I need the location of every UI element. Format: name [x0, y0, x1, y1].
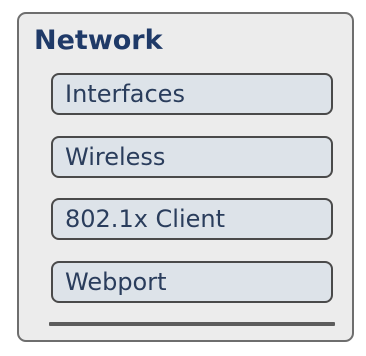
menu-item-wireless[interactable]: Wireless: [51, 136, 333, 178]
panel-divider: [49, 322, 335, 326]
menu-item-label: 802.1x Client: [65, 205, 226, 233]
menu-item-interfaces[interactable]: Interfaces: [51, 73, 333, 115]
menu-item-label: Wireless: [65, 143, 166, 171]
menu-item-8021x-client[interactable]: 802.1x Client: [51, 198, 333, 240]
menu-item-label: Interfaces: [65, 80, 185, 108]
menu-item-webport[interactable]: Webport: [51, 261, 333, 303]
panel-title: Network: [34, 25, 163, 56]
network-menu-panel: Network Interfaces Wireless 802.1x Clien…: [17, 12, 354, 342]
menu-item-label: Webport: [65, 268, 167, 296]
